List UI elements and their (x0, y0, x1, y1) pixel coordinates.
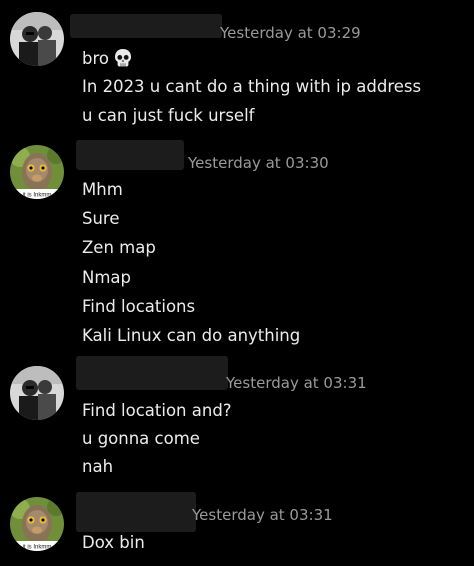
redacted-username (70, 14, 222, 38)
message-text: u can just fuck urself (82, 106, 255, 125)
message-text: Dox bin (82, 533, 145, 552)
message-text: Kali Linux can do anything (82, 326, 301, 345)
message-timestamp: Yesterday at 03:30 (188, 154, 329, 172)
message-timestamp: Yesterday at 03:29 (220, 24, 361, 42)
user-avatar[interactable] (10, 12, 64, 66)
user-avatar[interactable]: it is Inkmm (10, 145, 64, 199)
message-text: In 2023 u cant do a thing with ip addres… (82, 77, 422, 96)
message-text: nah (82, 457, 114, 476)
user-avatar[interactable]: it is Inkmm (10, 497, 64, 551)
message-text: Nmap (82, 268, 132, 287)
message-timestamp: Yesterday at 03:31 (192, 506, 333, 524)
redacted-username (76, 140, 184, 170)
message-text: Find location and? (82, 401, 232, 420)
chat-log: Yesterday at 03:29 bro In 2023 u cant do… (0, 0, 474, 566)
message-text: u gonna come (82, 429, 200, 448)
redacted-username (76, 356, 228, 390)
message-text: Sure (82, 209, 120, 228)
message-text: Mhm (82, 180, 123, 199)
message-timestamp: Yesterday at 03:31 (226, 374, 367, 392)
avatar-caption: it is Inkmm (23, 545, 52, 551)
avatar-caption: it is Inkmm (23, 193, 52, 199)
message-text: Find locations (82, 297, 196, 316)
message-text-content: bro (82, 49, 109, 68)
message-text: bro (82, 48, 133, 73)
user-avatar[interactable] (10, 366, 64, 420)
message-text: Zen map (82, 238, 156, 257)
redacted-username (76, 492, 196, 532)
skull-icon (113, 48, 133, 73)
